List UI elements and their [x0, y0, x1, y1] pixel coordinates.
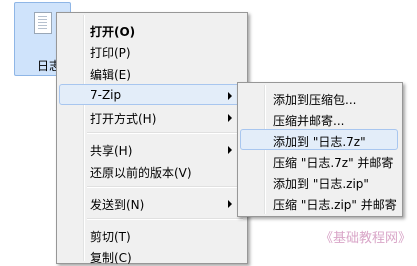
menu-separator: [87, 186, 243, 188]
menu-item-label: 还原以前的版本(V): [90, 166, 192, 180]
submenu-arrow-icon: [228, 114, 232, 122]
submenu-arrow-icon: [228, 92, 232, 100]
menu-item-copy[interactable]: 复制(C): [59, 245, 243, 266]
submenu-item-add-to-zip[interactable]: 添加到 "日志.zip": [240, 171, 398, 192]
menu-item-label: 压缩 "日志.7z" 并邮寄: [273, 156, 394, 170]
menu-item-label: 添加到压缩包...: [273, 93, 357, 107]
submenu-item-add-to-archive[interactable]: 添加到压缩包...: [240, 87, 398, 108]
submenu-arrow-icon: [228, 200, 232, 208]
menu-separator: [87, 218, 243, 220]
menu-item-label: 剪切(T): [90, 230, 131, 244]
submenu-item-compress-7z-and-email[interactable]: 压缩 "日志.7z" 并邮寄: [240, 150, 398, 171]
menu-item-print[interactable]: 打印(P): [59, 40, 243, 61]
menu-item-label: 添加到 "日志.7z": [273, 135, 366, 149]
7zip-submenu: 添加到压缩包... 压缩并邮寄... 添加到 "日志.7z" 压缩 "日志.7z…: [237, 82, 403, 217]
menu-item-cut[interactable]: 剪切(T): [59, 224, 243, 245]
menu-item-label: 打开方式(H): [90, 112, 157, 126]
menu-item-label: 复制(C): [90, 251, 132, 265]
menu-item-7zip[interactable]: 7-Zip: [59, 84, 243, 105]
menu-item-label: 添加到 "日志.zip": [273, 177, 369, 191]
menu-item-label: 压缩并邮寄...: [273, 114, 345, 128]
menu-item-label: 压缩 "日志.zip" 并邮寄: [273, 198, 397, 212]
context-menu: 打开(O) 打印(P) 编辑(E) 7-Zip 打开方式(H) 共享(H) 还原…: [56, 12, 248, 266]
text-document-icon: [34, 12, 52, 34]
menu-item-label: 共享(H): [90, 144, 133, 158]
menu-item-open-with[interactable]: 打开方式(H): [59, 106, 243, 127]
menu-item-edit[interactable]: 编辑(E): [59, 62, 243, 83]
menu-item-label: 打印(P): [90, 46, 131, 60]
menu-item-label: 编辑(E): [90, 68, 131, 82]
menu-item-label: 打开(O): [90, 25, 136, 39]
submenu-item-add-to-7z[interactable]: 添加到 "日志.7z": [240, 129, 398, 150]
menu-item-restore-previous-versions[interactable]: 还原以前的版本(V): [59, 160, 243, 181]
menu-separator: [87, 132, 243, 134]
submenu-arrow-icon: [228, 146, 232, 154]
submenu-item-compress-and-email[interactable]: 压缩并邮寄...: [240, 108, 398, 129]
menu-item-label: 发送到(N): [90, 198, 145, 212]
menu-item-send-to[interactable]: 发送到(N): [59, 192, 243, 213]
menu-item-open[interactable]: 打开(O): [59, 19, 243, 40]
watermark-text: 《基础教程网》: [319, 231, 411, 246]
menu-item-label: 7-Zip: [90, 88, 122, 102]
menu-item-share[interactable]: 共享(H): [59, 138, 243, 159]
submenu-item-compress-zip-and-email[interactable]: 压缩 "日志.zip" 并邮寄: [240, 192, 398, 213]
